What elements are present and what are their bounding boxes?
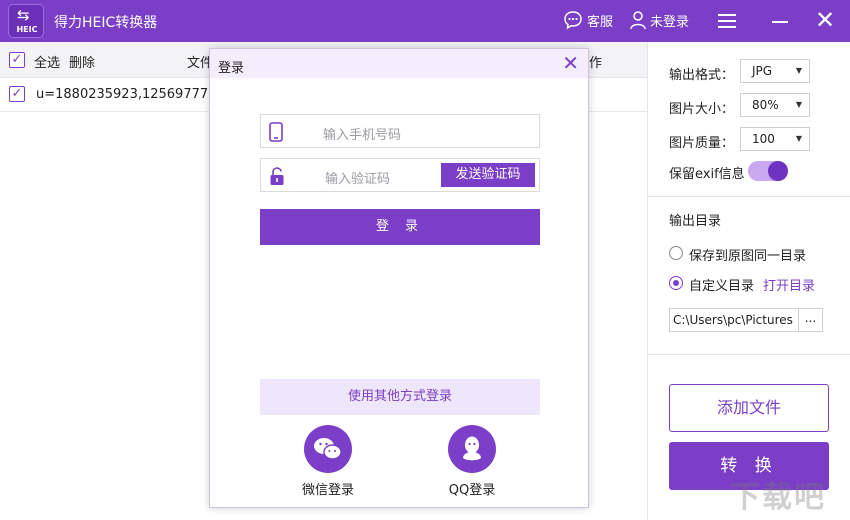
chat-bubble-icon xyxy=(564,11,582,30)
phone-placeholder: 输入手机号码 xyxy=(323,128,402,143)
user-icon xyxy=(630,11,646,30)
row-checkbox[interactable]: ✓ xyxy=(9,86,25,102)
app-title: 得力HEIC转换器 xyxy=(54,15,158,31)
login-status: 未登录 xyxy=(650,14,690,30)
code-field[interactable]: 输入验证码 发送验证码 xyxy=(260,158,540,192)
dialog-title: 登录 xyxy=(218,61,245,76)
action-column-header: 作 xyxy=(589,56,603,71)
add-file-button[interactable]: 添加文件 xyxy=(669,384,829,432)
qq-icon xyxy=(448,425,496,473)
app-logo: ⇆ HEIC xyxy=(8,4,44,38)
custom-dir-label[interactable]: 自定义目录 xyxy=(689,275,754,294)
other-login-methods: 使用其他方式登录 xyxy=(260,379,540,415)
logo-text: HEIC xyxy=(16,25,38,34)
size-select[interactable]: 80% ▼ xyxy=(740,93,810,117)
wechat-icon xyxy=(304,425,352,473)
format-value: JPG xyxy=(752,64,773,78)
format-label: 输出格式： xyxy=(669,68,735,83)
toggle-knob xyxy=(768,161,788,181)
select-all-checkbox[interactable]: ✓ xyxy=(9,52,25,68)
same-dir-label[interactable]: 保存到原图同一目录 xyxy=(689,245,806,264)
delete-button[interactable]: 删除 xyxy=(69,52,95,71)
service-label: 客服 xyxy=(587,14,614,30)
phone-field[interactable]: 输入手机号码 xyxy=(260,114,540,148)
close-icon[interactable]: ✕ xyxy=(562,52,579,74)
size-label: 图片大小： xyxy=(669,102,735,117)
file-name: u=1880235923,125697779 xyxy=(36,87,217,102)
custom-dir-radio[interactable] xyxy=(669,276,683,290)
quality-label: 图片质量： xyxy=(669,136,735,151)
exif-toggle[interactable] xyxy=(748,161,788,181)
watermark-logo: 下载吧 xyxy=(730,480,826,515)
divider xyxy=(648,354,850,355)
quality-select[interactable]: 100 ▼ xyxy=(740,127,810,151)
same-dir-radio[interactable] xyxy=(669,246,683,260)
chevron-down-icon: ▼ xyxy=(795,100,802,109)
login-dialog: 登录 ✕ 输入手机号码 输入验证码 发送验证码 登 录 使用其他方式登录 微信登… xyxy=(209,48,589,508)
chevron-down-icon: ▼ xyxy=(795,134,802,143)
output-path-input[interactable]: C:\Users\pc\Pictures xyxy=(669,308,799,332)
minimize-icon[interactable] xyxy=(772,21,788,23)
chevron-down-icon: ▼ xyxy=(795,66,802,75)
login-button[interactable]: 登 录 xyxy=(260,209,540,245)
send-code-button[interactable]: 发送验证码 xyxy=(441,163,535,187)
quality-value: 100 xyxy=(752,132,775,146)
qq-login-label: QQ登录 xyxy=(448,483,496,498)
open-dir-link[interactable]: 打开目录 xyxy=(763,275,815,294)
qq-login-button[interactable]: QQ登录 xyxy=(432,425,512,498)
user-login-button[interactable]: 未登录 xyxy=(630,10,689,30)
divider xyxy=(648,196,850,197)
close-icon[interactable]: ✕ xyxy=(815,7,835,33)
dialog-header: 登录 ✕ xyxy=(210,49,588,78)
wechat-login-label: 微信登录 xyxy=(301,483,354,498)
lock-icon xyxy=(270,167,284,185)
settings-panel: 输出格式： JPG ▼ 图片大小： 80% ▼ 图片质量： 100 ▼ 保留ex… xyxy=(647,42,850,520)
output-dir-title: 输出目录 xyxy=(669,214,722,229)
select-all-label[interactable]: 全选 xyxy=(34,52,60,71)
browse-button[interactable]: ... xyxy=(799,308,823,332)
size-value: 80% xyxy=(752,98,779,112)
wechat-login-button[interactable]: 微信登录 xyxy=(288,425,368,498)
phone-icon xyxy=(269,122,283,142)
format-select[interactable]: JPG ▼ xyxy=(740,59,810,83)
exif-label: 保留exif信息 xyxy=(669,167,745,182)
customer-service-button[interactable]: 客服 xyxy=(563,10,613,30)
menu-icon[interactable] xyxy=(718,14,736,28)
code-placeholder: 输入验证码 xyxy=(325,172,391,187)
swap-arrows-icon: ⇆ xyxy=(17,6,30,24)
title-bar: ⇆ HEIC 得力HEIC转换器 客服 未登录 ✕ xyxy=(0,0,850,42)
